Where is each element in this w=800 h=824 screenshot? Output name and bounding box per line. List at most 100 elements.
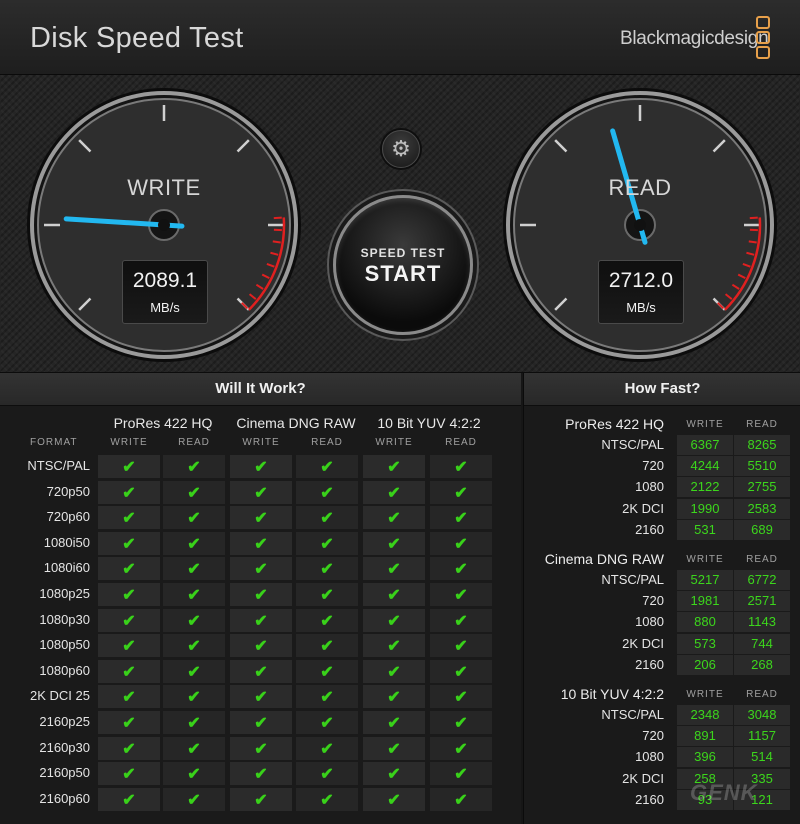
will-it-work-title: Will It Work? [0,373,521,406]
how-fast-group-title: Cinema DNG RAW [544,551,664,567]
check-icon: ✔ [454,587,468,604]
check-icon: ✔ [122,638,136,655]
check-icon: ✔ [254,561,268,578]
check-icon: ✔ [254,664,268,681]
fps-read-value: 2571 [734,591,790,611]
fps-write-value: 531 [677,520,733,540]
format-label: 2160p60 [39,791,90,806]
how-fast-group: ProRes 422 HQ WRITE READ NTSC/PAL 6367 8265 72… [524,413,800,543]
resolution-label: 2160 [635,657,664,672]
read-speed-value: 2712.0 [608,269,674,292]
how-fast-title: How Fast? [524,373,800,406]
check-icon: ✔ [187,715,201,732]
read-gauge: READ 2712.0 MB/s [502,87,778,363]
check-icon: ✔ [454,459,468,476]
table-row: 1080i60 ✔ ✔ ✔ ✔ ✔ ✔ [0,557,521,581]
check-icon: ✔ [387,766,401,783]
check-icon: ✔ [320,792,334,809]
how-fast-write-header: WRITE [686,689,724,700]
check-icon: ✔ [454,638,468,655]
check-icon: ✔ [187,587,201,604]
check-icon: ✔ [387,638,401,655]
format-label: 1080i60 [43,560,90,575]
format-column-header: FORMAT [30,437,78,448]
check-icon: ✔ [387,792,401,809]
redzone-tick [749,216,758,220]
check-icon: ✔ [254,459,268,476]
fps-read-value: 1157 [734,726,790,746]
check-icon: ✔ [387,536,401,553]
brand-name: Blackmagicdesign [620,28,769,49]
check-icon: ✔ [122,613,136,630]
resolution-label: NTSC/PAL [601,437,664,452]
format-label: 2160p25 [39,714,90,729]
will-group-cinema-dng: Cinema DNG RAW [236,415,356,431]
check-icon: ✔ [187,561,201,578]
check-icon: ✔ [187,792,201,809]
redzone-tick [272,240,281,244]
fps-write-value: 891 [677,726,733,746]
format-label: NTSC/PAL [27,458,90,473]
check-icon: ✔ [454,664,468,681]
check-icon: ✔ [122,536,136,553]
fps-read-value: 2755 [734,477,790,497]
how-fast-write-header: WRITE [686,554,724,565]
start-button[interactable]: SPEED TEST START [333,195,473,335]
check-icon: ✔ [387,664,401,681]
check-icon: ✔ [454,510,468,527]
table-row: 1080p60 ✔ ✔ ✔ ✔ ✔ ✔ [0,660,521,684]
table-row: 2160p25 ✔ ✔ ✔ ✔ ✔ ✔ [0,711,521,735]
fps-read-value: 689 [734,520,790,540]
check-icon: ✔ [387,510,401,527]
fps-read-value: 1143 [734,612,790,632]
check-icon: ✔ [187,613,201,630]
yuv-write-header: WRITE [375,437,413,448]
check-icon: ✔ [387,741,401,758]
needle-cap [158,219,170,231]
table-row: 1080p50 ✔ ✔ ✔ ✔ ✔ ✔ [0,634,521,658]
check-icon: ✔ [122,741,136,758]
format-label: 1080i50 [43,535,90,550]
settings-button[interactable]: ⚙ [382,130,420,168]
check-icon: ✔ [187,459,201,476]
check-icon: ✔ [320,536,334,553]
fps-write-value: 4244 [677,456,733,476]
redzone-tick [748,240,757,244]
resolution-label: 1080 [635,614,664,629]
check-icon: ✔ [187,536,201,553]
resolution-label: 2160 [635,792,664,807]
resolution-label: NTSC/PAL [601,707,664,722]
check-icon: ✔ [454,613,468,630]
check-icon: ✔ [454,715,468,732]
check-icon: ✔ [254,613,268,630]
how-fast-group-title: 10 Bit YUV 4:2:2 [560,686,664,702]
check-icon: ✔ [454,689,468,706]
check-icon: ✔ [122,664,136,681]
format-label: 2160p30 [39,740,90,755]
check-icon: ✔ [320,715,334,732]
check-icon: ✔ [320,766,334,783]
resolution-label: 2K DCI [622,501,664,516]
read-speed-unit: MB/s [626,300,656,315]
read-gauge-label: READ [608,175,672,200]
check-icon: ✔ [122,766,136,783]
fps-read-value: 2583 [734,499,790,519]
dng-write-header: WRITE [242,437,280,448]
will-group-prores: ProRes 422 HQ [113,415,213,431]
check-icon: ✔ [387,459,401,476]
table-row: 2K DCI 25 ✔ ✔ ✔ ✔ ✔ ✔ [0,685,521,709]
format-label: 2160p50 [39,765,90,780]
will-group-yuv: 10 Bit YUV 4:2:2 [377,415,481,431]
format-label: 720p50 [46,484,90,499]
write-gauge-label: WRITE [127,175,201,200]
format-label: 720p60 [46,509,90,524]
format-label: 1080p60 [39,663,90,678]
prores-read-header: READ [178,437,210,448]
check-icon: ✔ [254,485,268,502]
table-row: 2160p60 ✔ ✔ ✔ ✔ ✔ ✔ [0,788,521,812]
check-icon: ✔ [387,561,401,578]
check-icon: ✔ [320,741,334,758]
fps-write-value: 1981 [677,591,733,611]
resolution-label: 1080 [635,479,664,494]
table-row: 2160p50 ✔ ✔ ✔ ✔ ✔ ✔ [0,762,521,786]
